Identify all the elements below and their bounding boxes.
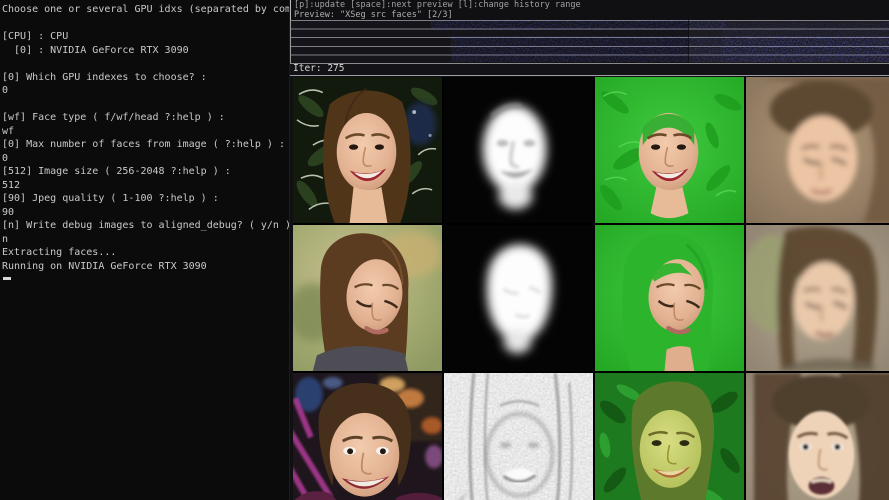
cell-overlay-1 <box>595 77 744 223</box>
prediction-image-1 <box>746 77 889 223</box>
xseg-overlay-image-2 <box>595 225 744 371</box>
cell-pred-1 <box>746 77 889 223</box>
preview-title: Preview: "XSeg src faces" [2/3] <box>294 11 889 21</box>
terminal-line <box>2 57 289 71</box>
cell-mask-2 <box>444 225 593 371</box>
mask-image-3 <box>444 373 593 500</box>
xseg-overlay-image-1 <box>595 77 744 223</box>
terminal-line: Running on NVIDIA GeForce RTX 3090 <box>2 260 289 274</box>
terminal-line: wf <box>2 125 289 139</box>
terminal-line: Extracting faces... <box>2 246 289 260</box>
mask-image-2 <box>444 225 593 371</box>
cell-mask-3 <box>444 373 593 500</box>
loss-history-graph <box>290 20 889 63</box>
terminal-line: [wf] Face type ( f/wf/head ?:help ) : <box>2 111 289 125</box>
terminal-line: 0 <box>2 84 289 98</box>
iteration-bar: Iter: 275 <box>290 63 889 76</box>
mask-image-1 <box>444 77 593 223</box>
prediction-image-3 <box>746 373 889 500</box>
screen: [p]:update [space]:next preview [l]:chan… <box>0 0 889 500</box>
prediction-image-2 <box>746 225 889 371</box>
cell-mask-1 <box>444 77 593 223</box>
terminal-line: 512 <box>2 179 289 193</box>
cell-overlay-2 <box>595 225 744 371</box>
xseg-preview-window[interactable]: [p]:update [space]:next preview [l]:chan… <box>290 0 889 500</box>
terminal-line: [n] Write debug images to aligned_debug?… <box>2 219 289 233</box>
terminal-cursor[interactable] <box>3 277 11 280</box>
terminal-line: [90] Jpeg quality ( 1-100 ?:help ) : <box>2 192 289 206</box>
xseg-overlay-image-3 <box>595 373 744 500</box>
terminal-line: [0] Which GPU indexes to choose? : <box>2 71 289 85</box>
cell-pred-2 <box>746 225 889 371</box>
src-face-image-3 <box>293 373 442 500</box>
preview-face-grid <box>293 77 889 500</box>
terminal-window[interactable]: Choose one or several GPU idxs (separate… <box>0 0 290 500</box>
terminal-line <box>2 17 289 31</box>
terminal-line: Choose one or several GPU idxs (separate… <box>2 3 289 17</box>
terminal-line: [512] Image size ( 256-2048 ?:help ) : <box>2 165 289 179</box>
terminal-line: [0] : NVIDIA GeForce RTX 3090 <box>2 44 289 58</box>
terminal-output: Choose one or several GPU idxs (separate… <box>2 3 289 273</box>
history-range-divider <box>688 20 889 63</box>
terminal-line: 90 <box>2 206 289 220</box>
cell-src-face-3 <box>293 373 442 500</box>
iteration-counter: Iter: 275 <box>293 63 344 74</box>
cell-overlay-3 <box>595 373 744 500</box>
terminal-line <box>2 98 289 112</box>
cell-src-face-2 <box>293 225 442 371</box>
src-face-image-1 <box>293 77 442 223</box>
terminal-line: [0] Max number of faces from image ( ?:h… <box>2 138 289 152</box>
terminal-line: [CPU] : CPU <box>2 30 289 44</box>
preview-header: [p]:update [space]:next preview [l]:chan… <box>290 0 889 20</box>
terminal-line: 0 <box>2 152 289 166</box>
src-face-image-2 <box>293 225 442 371</box>
cell-src-face-1 <box>293 77 442 223</box>
terminal-line: n <box>2 233 289 247</box>
cell-pred-3 <box>746 373 889 500</box>
